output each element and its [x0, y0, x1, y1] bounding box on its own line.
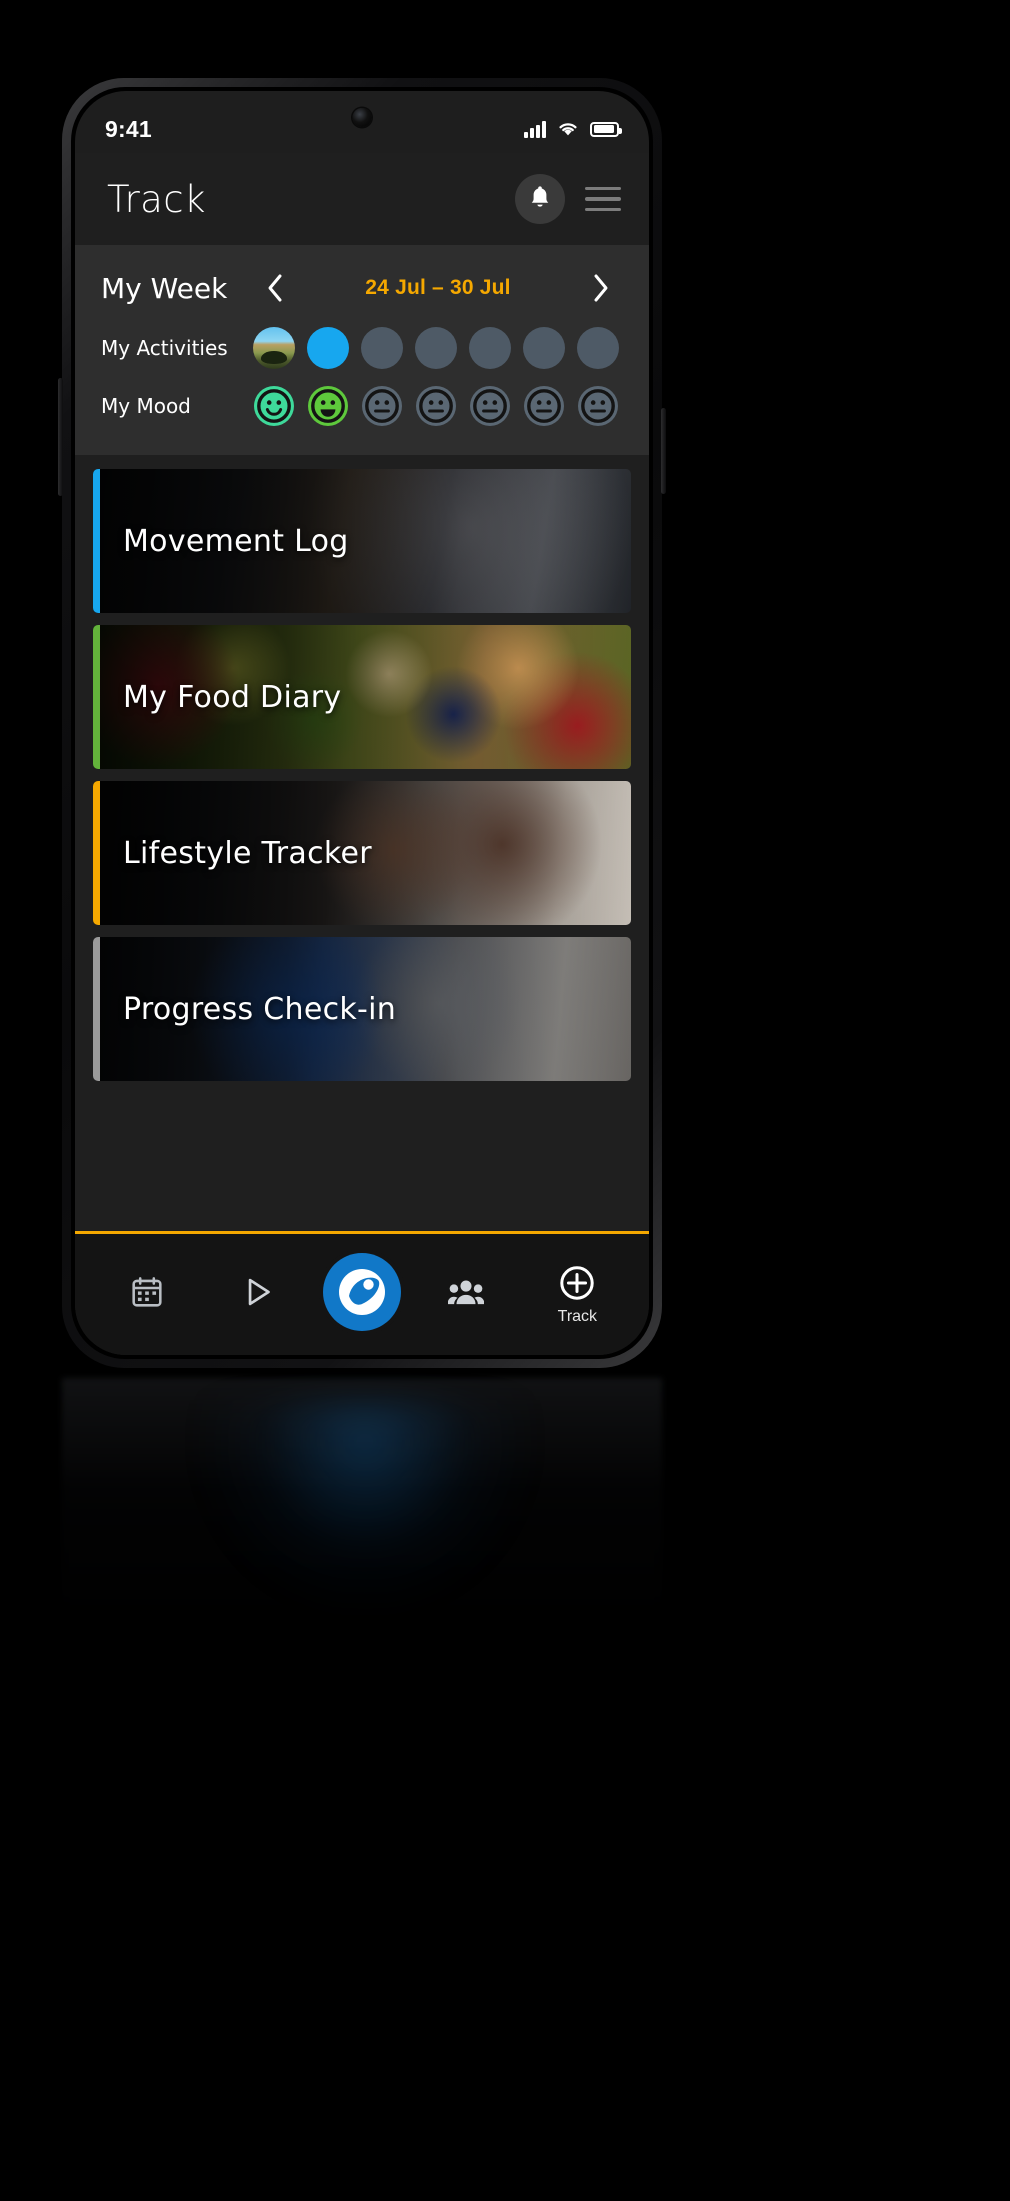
activity-day-dot[interactable] [523, 327, 565, 369]
plus-circle-icon [560, 1265, 595, 1300]
front-camera-icon [352, 108, 372, 127]
mood-day-face[interactable] [469, 385, 511, 427]
tracker-card-list: Movement Log My Food Diary Lifestyle Track… [75, 455, 649, 1231]
status-icons [524, 120, 622, 138]
phone-reflection [62, 1378, 662, 1708]
mood-day-face[interactable] [523, 385, 565, 427]
mood-day-face[interactable] [253, 385, 295, 427]
mood-day-face[interactable] [361, 385, 403, 427]
tracker-card-title: Lifestyle Tracker [123, 835, 372, 871]
mood-day-face[interactable] [307, 385, 349, 427]
notification-bell-icon[interactable] [515, 174, 565, 224]
tracker-card-title: Progress Check-in [123, 991, 397, 1027]
page-title: Track [107, 177, 206, 221]
mood-day-dots [253, 385, 623, 427]
my-mood-label: My Mood [101, 394, 191, 418]
tracker-card-title: My Food Diary [123, 679, 342, 715]
nav-item-calendar[interactable] [101, 1275, 193, 1315]
activity-day-dot[interactable] [307, 327, 349, 369]
activity-day-dot[interactable] [469, 327, 511, 369]
nav-item-community[interactable] [420, 1275, 512, 1315]
my-week-label: My Week [101, 271, 228, 305]
cellular-signal-icon [524, 120, 546, 138]
power-button[interactable] [661, 408, 666, 494]
header-actions [515, 174, 621, 224]
week-selector-row: My Week 24 Jul – 30 Jul [101, 263, 623, 313]
next-week-button[interactable] [579, 272, 623, 304]
activity-day-dot[interactable] [253, 327, 295, 369]
activity-day-dots [253, 327, 623, 369]
status-time: 9:41 [105, 115, 152, 142]
tracker-card[interactable]: Progress Check-in [93, 937, 631, 1081]
app-logo-icon [338, 1268, 385, 1315]
activity-day-dot[interactable] [361, 327, 403, 369]
nav-item-play[interactable] [212, 1275, 304, 1315]
my-activities-row: My Activities [101, 319, 623, 377]
volume-button[interactable] [58, 378, 63, 496]
people-group-icon [448, 1280, 485, 1304]
nav-item-track[interactable]: Track [531, 1264, 623, 1326]
phone-bezel: 9:41 Track My Week 24 Jul – 30 Jul My Ac… [71, 87, 653, 1359]
bottom-navigation-bar: Track [75, 1231, 649, 1355]
mood-day-face[interactable] [577, 385, 619, 427]
mood-day-face[interactable] [415, 385, 457, 427]
my-activities-label: My Activities [101, 336, 228, 360]
phone-screen: 9:41 Track My Week 24 Jul – 30 Jul My Ac… [75, 91, 649, 1355]
battery-icon [590, 121, 622, 137]
nav-item-app-logo[interactable] [322, 1252, 401, 1331]
tracker-card[interactable]: Movement Log [93, 469, 631, 613]
wifi-icon [557, 121, 579, 137]
phone-device-frame: 9:41 Track My Week 24 Jul – 30 Jul My Ac… [58, 78, 666, 1368]
phone-reflection-glow [200, 1400, 530, 1610]
prev-week-button[interactable] [253, 272, 297, 304]
hamburger-menu-icon[interactable] [585, 183, 621, 216]
play-icon [248, 1278, 270, 1305]
calendar-icon [132, 1276, 162, 1307]
app-header: Track [75, 153, 649, 245]
tracker-card[interactable]: Lifestyle Tracker [93, 781, 631, 925]
my-mood-row: My Mood [101, 377, 623, 435]
activity-day-dot[interactable] [577, 327, 619, 369]
activity-day-dot[interactable] [415, 327, 457, 369]
my-week-card: My Week 24 Jul – 30 Jul My Activities My… [75, 245, 649, 455]
nav-label-track: Track [557, 1307, 598, 1325]
week-date-range: 24 Jul – 30 Jul [365, 276, 511, 299]
tracker-card[interactable]: My Food Diary [93, 625, 631, 769]
tracker-card-title: Movement Log [123, 523, 349, 559]
